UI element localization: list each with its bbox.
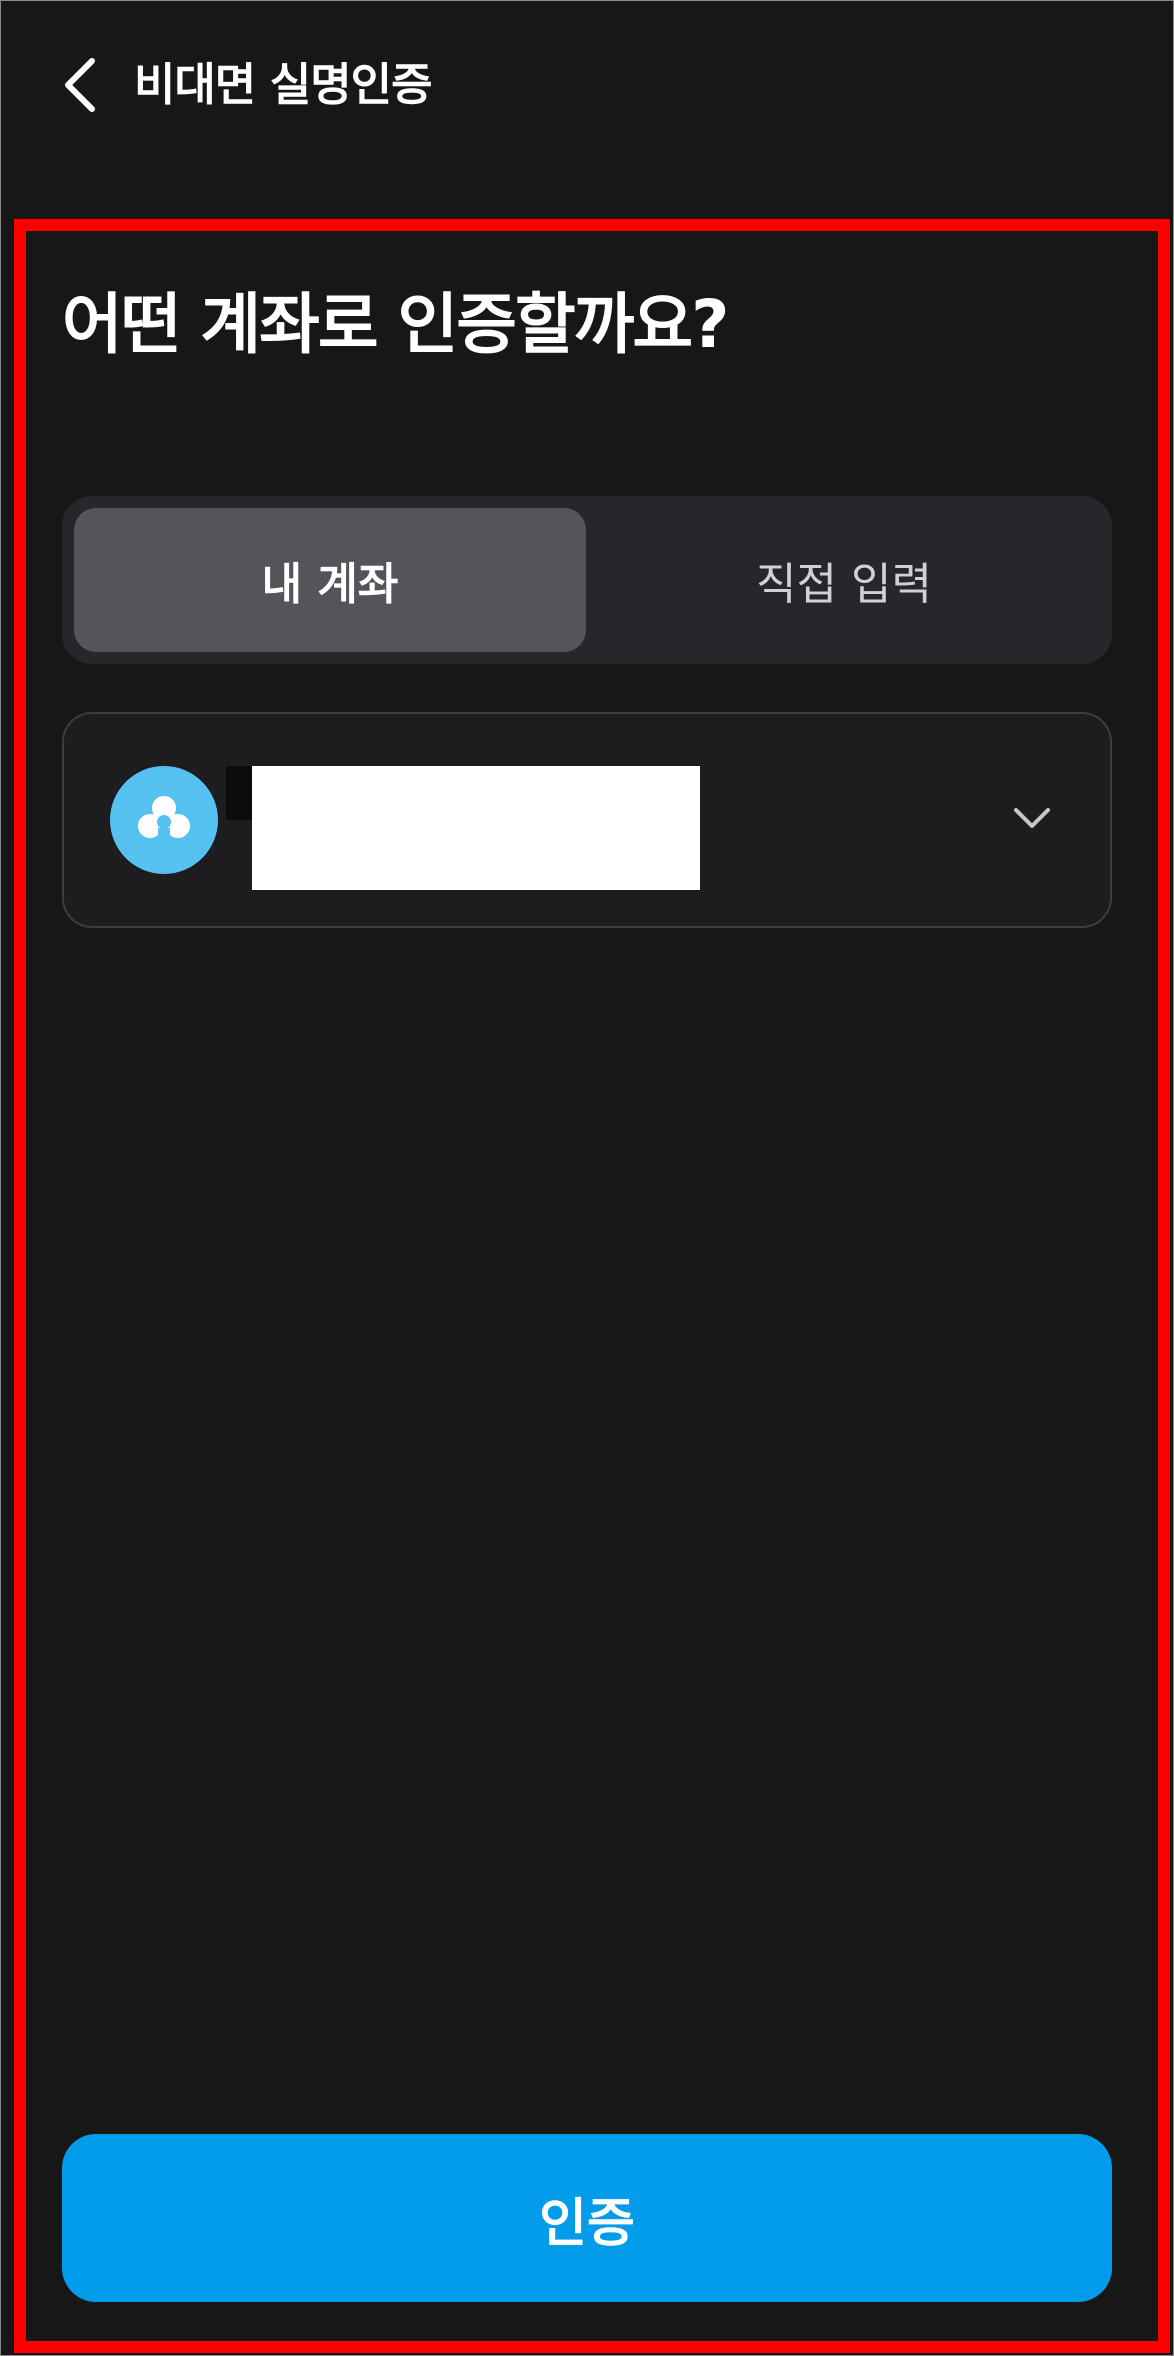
back-button[interactable] [50,50,110,120]
cloud-logo-icon [138,796,190,842]
question-heading: 어떤 계좌로 인증할까요? [62,286,729,363]
account-dropdown[interactable] [62,712,1112,928]
account-source-tabs: 내 계좌 직접 입력 [62,496,1112,664]
chevron-left-icon [65,58,95,112]
tab-direct-input[interactable]: 직접 입력 [588,508,1100,652]
tab-my-account[interactable]: 내 계좌 [74,508,586,652]
bank-logo-icon [110,766,218,874]
top-app-bar: 비대면 실명인증 [0,0,1174,170]
confirm-button[interactable]: 인증 [62,2134,1112,2302]
chevron-down-icon [1010,800,1054,836]
page-title: 비대면 실명인증 [134,58,432,111]
account-name-redacted [252,766,700,890]
